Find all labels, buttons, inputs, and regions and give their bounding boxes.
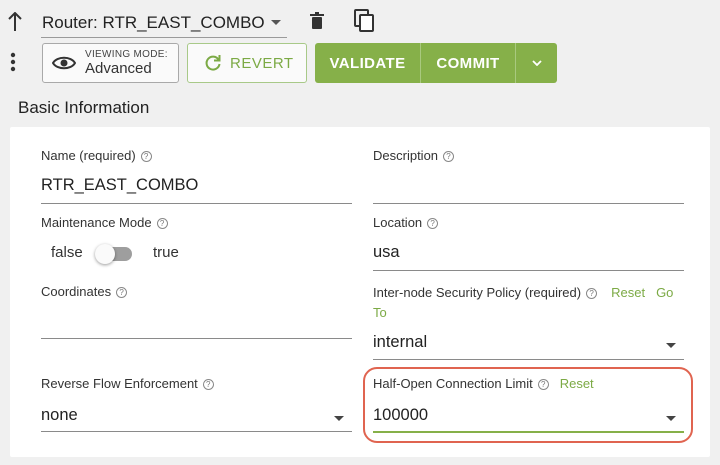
description-label: Description [373,148,439,163]
description-field[interactable]: Description? [373,148,684,204]
toggle-false-label: false [51,244,83,261]
reverse-flow-value: none [41,406,78,424]
security-policy-field: Inter-node Security Policy (required)? R… [373,285,684,360]
validate-button[interactable]: VALIDATE [315,43,420,83]
help-icon[interactable]: ? [427,217,439,229]
highlight-annotation [363,367,693,443]
reverse-flow-field[interactable]: Reverse Flow Enforcement? none [41,376,352,432]
copy-icon[interactable] [352,8,378,34]
security-policy-label: Inter-node Security Policy (required) [373,285,582,300]
revert-button[interactable]: REVERT [187,43,307,83]
viewing-mode-button[interactable]: VIEWING MODE: Advanced [42,43,179,83]
name-underline [41,203,352,204]
trash-icon[interactable] [306,10,328,32]
toggle-knob [95,244,115,264]
up-arrow-icon[interactable] [5,10,25,34]
chevron-down-icon[interactable] [666,343,676,348]
location-underline [373,270,684,271]
refresh-icon [204,54,222,72]
router-select[interactable]: Router: RTR_EAST_COMBO [41,8,287,38]
section-title: Basic Information [18,98,150,117]
reverse-flow-label: Reverse Flow Enforcement [41,376,198,391]
chevron-down-icon[interactable] [334,416,344,421]
toggle-true-label: true [153,244,179,261]
router-select-value: Router: RTR_EAST_COMBO [42,12,265,32]
help-icon[interactable]: ? [140,150,152,162]
help-icon[interactable]: ? [202,378,214,390]
name-field[interactable]: Name (required)? RTR_EAST_COMBO [41,148,352,204]
eye-icon [52,55,76,71]
maintenance-mode-label: Maintenance Mode [41,215,152,230]
description-underline [373,203,684,204]
chevron-down-icon [531,60,542,66]
help-icon[interactable]: ? [116,286,128,298]
coordinates-underline [41,338,352,339]
security-policy-reset-link[interactable]: Reset [611,285,645,301]
security-policy-value[interactable]: internal [373,333,427,352]
help-icon[interactable]: ? [156,217,168,229]
security-policy-goto-link[interactable]: Go [656,285,673,301]
location-value: usa [373,243,400,261]
viewing-mode-value: Advanced [85,60,152,77]
name-value: RTR_EAST_COMBO [41,176,199,194]
coordinates-label: Coordinates [41,284,112,299]
action-button-group: VALIDATE COMMIT [315,43,557,83]
security-policy-goto-link-cont[interactable]: To [373,305,387,320]
help-icon[interactable]: ? [586,287,598,299]
viewing-mode-label: VIEWING MODE: [85,49,168,60]
commit-button[interactable]: COMMIT [421,43,515,83]
more-vertical-icon[interactable] [6,50,20,74]
chevron-down-icon [271,20,281,25]
name-label: Name (required) [41,148,136,163]
maintenance-mode-field: Maintenance Mode? false true [41,215,352,265]
reverse-flow-underline [41,431,352,432]
revert-label: REVERT [230,54,294,72]
coordinates-field[interactable]: Coordinates? [41,284,352,340]
location-field[interactable]: Location? usa [373,215,684,271]
commit-menu-button[interactable] [516,43,557,83]
location-label: Location [373,215,423,230]
help-icon[interactable]: ? [443,150,455,162]
security-policy-underline [373,359,684,360]
maintenance-mode-toggle[interactable] [95,244,132,264]
